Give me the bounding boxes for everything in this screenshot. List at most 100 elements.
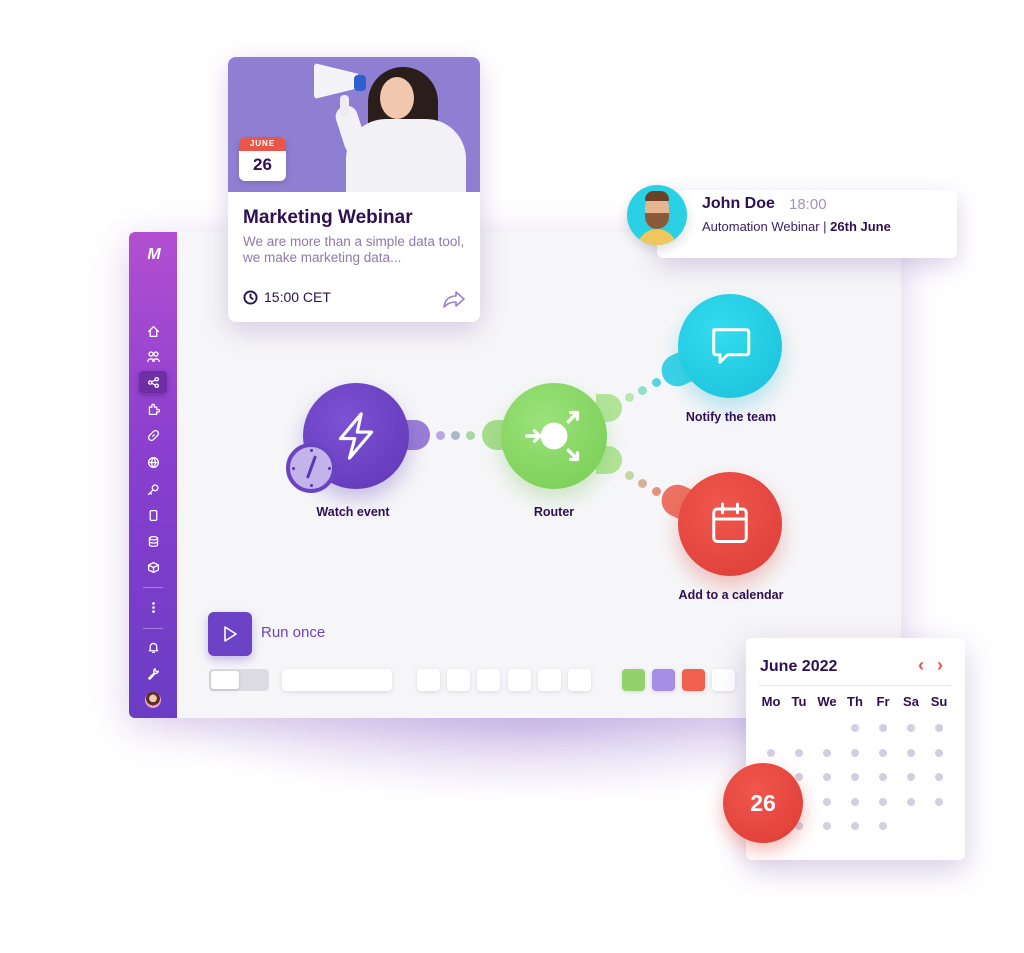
chat-bubble-icon [712, 328, 751, 364]
sidebar-item-settings[interactable] [139, 662, 167, 684]
cube-icon [147, 561, 159, 573]
toggle-knob [211, 671, 239, 689]
calendar-day[interactable] [879, 773, 887, 781]
scheduling-toggle[interactable] [209, 669, 269, 691]
webinar-time: 15:00 CET [243, 289, 331, 305]
color-swatch-red[interactable] [682, 669, 705, 691]
calendar-day[interactable] [823, 773, 831, 781]
connector-dot [625, 471, 634, 480]
calendar-day[interactable] [935, 798, 943, 806]
calendar-day[interactable] [851, 822, 859, 830]
toolbar-button[interactable] [447, 669, 470, 691]
share-nodes-icon [147, 376, 159, 388]
notification-name: John Doe [702, 195, 775, 212]
bell-icon [148, 642, 158, 653]
color-swatch-purple[interactable] [652, 669, 675, 691]
team-icon [146, 350, 160, 362]
sidebar-item-connections[interactable] [139, 424, 167, 446]
module-label: Add to a calendar [678, 588, 784, 602]
calendar-icon [712, 502, 748, 543]
sidebar-item-apps[interactable] [139, 398, 167, 420]
schedule-field[interactable] [282, 669, 392, 691]
calendar-day[interactable] [879, 724, 887, 732]
calendar-day[interactable] [851, 773, 859, 781]
megaphone-icon [314, 63, 358, 99]
color-swatch-green[interactable] [622, 669, 645, 691]
share-arrow-icon [443, 291, 465, 308]
sidebar-divider [143, 628, 163, 629]
calendar-weekday: Th [847, 694, 863, 709]
router-icon [525, 410, 580, 462]
webinar-title: Marketing Webinar [243, 207, 413, 228]
calendar-next-button[interactable]: › [937, 655, 943, 676]
calendar-weekday: Su [930, 694, 948, 709]
sidebar-item-notifications[interactable] [139, 636, 167, 658]
calendar-weekday: Sa [903, 694, 919, 709]
key-icon [147, 483, 159, 495]
clock-icon [243, 289, 258, 305]
module-label: Router [533, 505, 575, 519]
sidebar-item-data-structures[interactable] [139, 556, 167, 578]
globe-icon [147, 456, 159, 468]
calendar-prev-button[interactable]: ‹ [918, 655, 924, 676]
calendar-day[interactable] [879, 798, 887, 806]
calendar-day[interactable] [907, 724, 915, 732]
calendar-day[interactable] [907, 749, 915, 757]
toolbar-button[interactable] [538, 669, 561, 691]
calendar-day[interactable] [767, 749, 775, 757]
calendar-day[interactable] [851, 724, 859, 732]
sidebar-item-scenarios[interactable] [139, 371, 167, 393]
connector-dot [638, 386, 647, 395]
calendar-selected-day[interactable]: 26 [723, 763, 803, 843]
calendar-day[interactable] [935, 773, 943, 781]
calendar-day[interactable] [935, 724, 943, 732]
sidebar-item-team[interactable] [139, 345, 167, 367]
calendar-day[interactable] [823, 798, 831, 806]
module-add-to-calendar[interactable] [678, 472, 782, 576]
more-icon [151, 601, 155, 613]
webinar-card[interactable]: JUNE 26 Marketing Webinar We are more th… [228, 57, 480, 322]
sidebar-item-devices[interactable] [139, 504, 167, 526]
calendar-month-title: June 2022 [760, 658, 838, 675]
sidebar-item-webhooks[interactable] [139, 451, 167, 473]
calendar-day[interactable] [823, 822, 831, 830]
calendar-weekday: Mo [761, 694, 781, 709]
run-once-label[interactable]: Run once [261, 624, 325, 641]
calendar-day[interactable] [935, 749, 943, 757]
toolbar-button[interactable] [508, 669, 531, 691]
connector-dot [625, 393, 634, 402]
database-icon [148, 535, 158, 547]
module-label: Watch event [316, 505, 390, 519]
calendar-day[interactable] [795, 749, 803, 757]
user-avatar[interactable] [145, 692, 161, 708]
webinar-photo: JUNE 26 [228, 57, 480, 192]
connector-dot [466, 431, 475, 440]
calendar-weekday: Tu [791, 694, 807, 709]
run-once-button[interactable] [208, 612, 252, 656]
calendar-day[interactable] [879, 822, 887, 830]
calendar-day[interactable] [851, 749, 859, 757]
john-doe-avatar [627, 185, 687, 245]
lightning-icon [338, 412, 374, 460]
home-icon [147, 325, 159, 337]
toolbar-button[interactable] [477, 669, 500, 691]
module-router[interactable] [501, 383, 607, 489]
sidebar-item-keys[interactable] [139, 478, 167, 500]
calendar-day[interactable] [823, 749, 831, 757]
connector-dot [652, 487, 661, 496]
sidebar-item-data-stores[interactable] [139, 530, 167, 552]
calendar-day[interactable] [907, 798, 915, 806]
clock-icon [286, 443, 336, 493]
make-logo[interactable]: M [140, 246, 166, 264]
calendar-day[interactable] [851, 798, 859, 806]
share-button[interactable] [442, 289, 466, 309]
toolbar-button[interactable] [568, 669, 591, 691]
module-notify-team[interactable] [678, 294, 782, 398]
sidebar-item-home[interactable] [139, 320, 167, 342]
sidebar-item-more[interactable] [139, 596, 167, 618]
toolbar-button[interactable] [417, 669, 440, 691]
calendar-day[interactable] [879, 749, 887, 757]
calendar-day[interactable] [907, 773, 915, 781]
calendar-divider [759, 685, 951, 686]
toolbar-button[interactable] [712, 669, 735, 691]
